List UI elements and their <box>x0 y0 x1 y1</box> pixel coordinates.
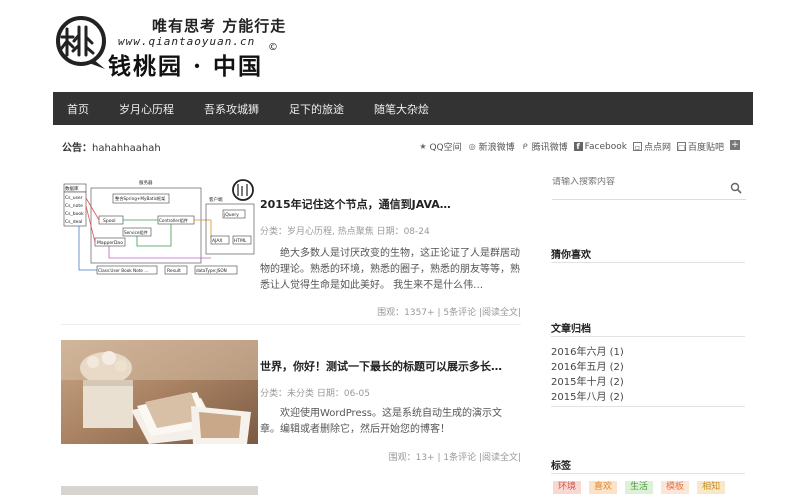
share-baidu-tieba[interactable]: ▢ 百度贴吧 <box>676 140 724 153</box>
post-excerpt: 欢迎使用WordPress。这是系统自动生成的演示文章。编辑或者删除它，然后开始… <box>260 408 503 435</box>
post-title[interactable]: 2015年记住这个节点，通信到JAVA… <box>260 196 451 212</box>
diagram-label: 客户端 <box>209 196 223 203</box>
share-qzone[interactable]: ★ QQ空间 <box>418 140 461 153</box>
diagram-label: AJAX <box>212 238 223 244</box>
share-more-icon[interactable]: + <box>730 140 740 150</box>
share-diandian[interactable]: ▫ 点点网 <box>632 140 671 153</box>
share-label: 点点网 <box>643 143 671 153</box>
search-box <box>552 176 746 200</box>
post-thumbnail-photo[interactable] <box>61 340 258 444</box>
diagram-label: 数据库 <box>65 185 79 192</box>
nav-item-essays[interactable]: 随笔大杂烩 <box>374 101 429 117</box>
facebook-icon: f <box>573 142 583 151</box>
widget-divider <box>551 262 745 263</box>
diagram-label: Cs_user <box>65 195 83 201</box>
widget-divider <box>551 473 745 474</box>
diagram-label: dataType:JSON <box>196 268 227 273</box>
post-card: 世界，你好！测试一下最长的标题可以展示多长… 分类：未分类 日期：06-05 欢… <box>61 340 521 465</box>
photos-still-life-image <box>61 340 258 444</box>
diagram-label: 服务器 <box>139 179 153 186</box>
share-label: 百度贴吧 <box>687 143 724 153</box>
peach-logo-icon[interactable] <box>53 15 109 71</box>
share-label: 腾讯微博 <box>531 143 568 153</box>
site-slogan: 唯有思考 方能行走 <box>152 17 287 35</box>
diagram-label: Class:User Book Note … <box>98 268 149 273</box>
post-meta: 分类：未分类 日期：06-05 <box>260 389 371 399</box>
search-icon[interactable] <box>730 182 742 194</box>
diagram-label: MapperDao <box>97 240 123 246</box>
diagram-label: 整合Spring+MyBatis框架 <box>115 195 165 202</box>
weibo-icon: ◎ <box>468 142 476 151</box>
architecture-diagram: 数据库 Cs_user Cs_note Cs_book Cs_deal 服务器 … <box>61 178 258 282</box>
archive-item[interactable]: 2016年六月 (1) <box>551 343 624 358</box>
share-label: Facebook <box>584 141 627 152</box>
main-nav: 首页 岁月心历程 吾系攻城狮 足下的旅途 随笔大杂烩 <box>53 92 753 125</box>
tencent-weibo-icon: ᑭ <box>522 142 528 151</box>
diagram-label: Spool <box>103 218 115 224</box>
diagram-label: Service组件 <box>124 229 148 236</box>
widget-title-archive: 文章归档 <box>551 324 591 335</box>
post-stats[interactable]: 围观：1357+ | 5条评论 |阅读全文| <box>377 305 521 318</box>
share-facebook[interactable]: f Facebook <box>573 140 627 153</box>
site-header: 唯有思考 方能行走 www.qiantaoyuan.cn 钱桃园 · 中国 © <box>0 0 800 92</box>
post-thumbnail-diagram[interactable]: 数据库 Cs_user Cs_note Cs_book Cs_deal 服务器 … <box>61 178 258 282</box>
post-stats[interactable]: 围观：13+ | 1条评论 |阅读全文| <box>389 450 521 463</box>
post-excerpt: 绝大多数人是讨厌改变的生物，这正论证了人是群居动物的理论。熟悉的环境，熟悉的圈子… <box>260 248 520 291</box>
notice-label: 公告： <box>62 143 92 154</box>
post-thumbnail-partial[interactable] <box>61 486 258 495</box>
archive-item[interactable]: 2015年十月 (2) <box>551 373 624 388</box>
site-name[interactable]: 钱桃园 · 中国 <box>108 47 263 81</box>
share-sina-weibo[interactable]: ◎ 新浪微博 <box>468 140 515 153</box>
notice-text: hahahhaahah <box>92 143 161 154</box>
diagram-label: Cs_book <box>65 211 84 217</box>
share-bar: ★ QQ空间 ◎ 新浪微博 ᑭ 腾讯微博 f Facebook ▫ 点点网 ▢ … <box>418 140 740 153</box>
tag-item[interactable]: 喜欢 <box>589 481 618 494</box>
archive-item[interactable]: 2015年八月 (2) <box>551 388 624 403</box>
diagram-label: Controller组件 <box>159 217 188 224</box>
widget-title-tags: 标签 <box>551 461 571 472</box>
diagram-label: jQuery <box>223 212 239 218</box>
baidu-icon: ▢ <box>676 142 686 152</box>
share-label: 新浪微博 <box>478 143 515 153</box>
diagram-label: HTML <box>234 238 247 244</box>
diandian-icon: ▫ <box>632 142 642 152</box>
archive-item[interactable]: 2016年五月 (2) <box>551 358 624 373</box>
nav-item-home[interactable]: 首页 <box>67 101 89 117</box>
copyright-mark: © <box>268 42 278 53</box>
diagram-label: Result <box>167 268 181 274</box>
notice-bar: 公告：hahahhaahah <box>62 139 161 154</box>
tag-cloud: 环境 喜欢 生活 模板 相知 <box>553 481 726 494</box>
widget-divider <box>551 406 745 407</box>
nav-item-journey[interactable]: 岁月心历程 <box>119 101 174 117</box>
nav-item-engineer[interactable]: 吾系攻城狮 <box>204 101 259 117</box>
widget-title-guess: 猜你喜欢 <box>551 250 591 261</box>
search-input[interactable] <box>552 177 722 187</box>
post-divider <box>61 324 521 325</box>
post-title[interactable]: 世界，你好！测试一下最长的标题可以展示多长… <box>260 358 502 374</box>
post-meta: 分类：岁月心历程, 热点聚焦 日期：08-24 <box>260 227 430 237</box>
tag-item[interactable]: 环境 <box>553 481 582 494</box>
nav-item-travel[interactable]: 足下的旅途 <box>289 101 344 117</box>
post-card: 数据库 Cs_user Cs_note Cs_book Cs_deal 服务器 … <box>61 178 521 325</box>
share-label: QQ空间 <box>429 143 462 153</box>
star-icon: ★ <box>419 142 427 151</box>
diagram-label: Cs_deal <box>65 219 82 225</box>
tag-item[interactable]: 相知 <box>697 481 726 494</box>
share-tencent-weibo[interactable]: ᑭ 腾讯微博 <box>521 140 568 153</box>
tag-item[interactable]: 生活 <box>625 481 654 494</box>
tag-item[interactable]: 模板 <box>661 481 690 494</box>
diagram-label: Cs_note <box>65 203 83 209</box>
widget-divider <box>551 336 745 337</box>
